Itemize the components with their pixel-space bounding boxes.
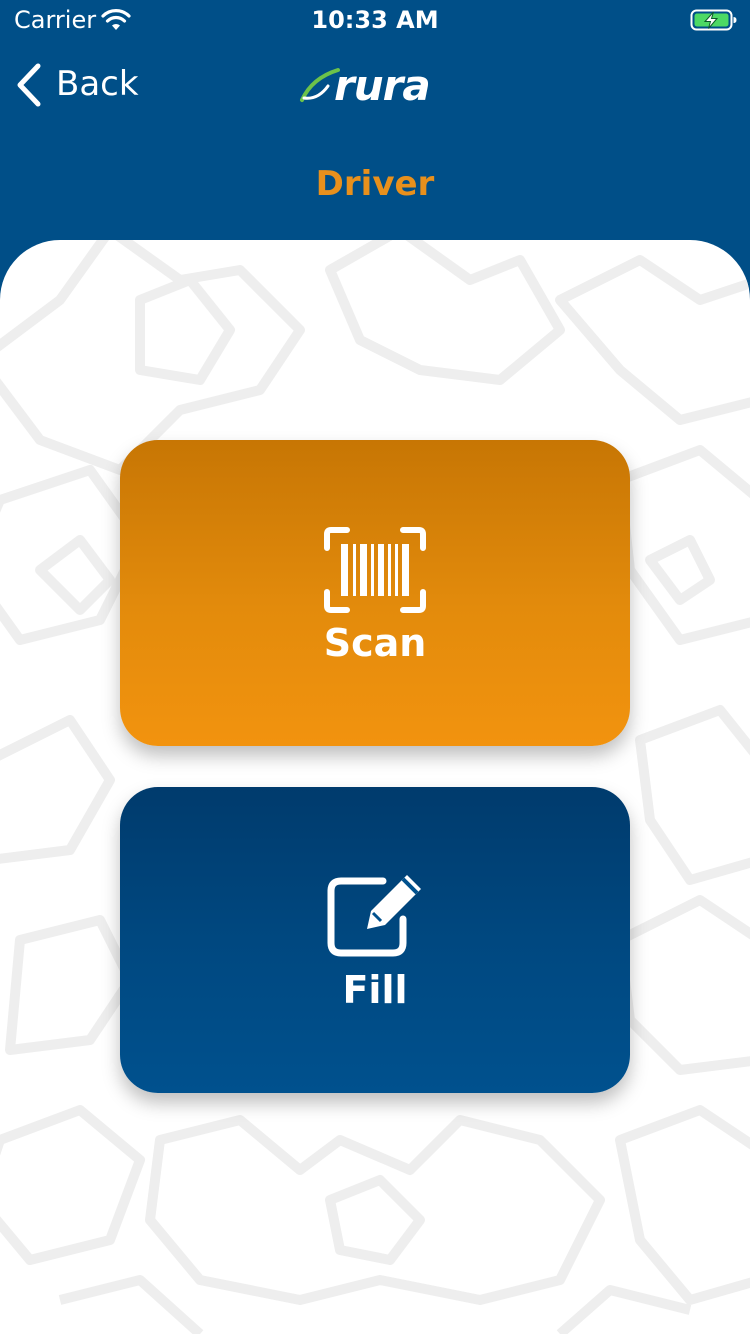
app-header: Carrier 10:33 AM Back rura Driver: [0, 0, 750, 240]
content-area: Scan Fill: [0, 240, 750, 1334]
fill-button[interactable]: Fill: [120, 787, 630, 1093]
page-title: Driver: [315, 164, 435, 204]
battery-charging-icon: [690, 9, 737, 31]
svg-text:rura: rura: [334, 61, 430, 108]
back-label: Back: [56, 64, 139, 104]
rura-logo: rura: [300, 61, 431, 108]
back-button[interactable]: Back: [14, 60, 154, 110]
fill-label: Fill: [342, 968, 408, 1012]
edit-form-icon: [327, 875, 421, 957]
scan-button[interactable]: Scan: [120, 440, 630, 746]
chevron-left-icon: [17, 63, 41, 107]
scan-label: Scan: [323, 621, 427, 665]
status-bar: Carrier 10:33 AM: [0, 0, 750, 40]
barcode-scan-icon: [324, 527, 426, 613]
status-time: 10:33 AM: [311, 6, 439, 34]
